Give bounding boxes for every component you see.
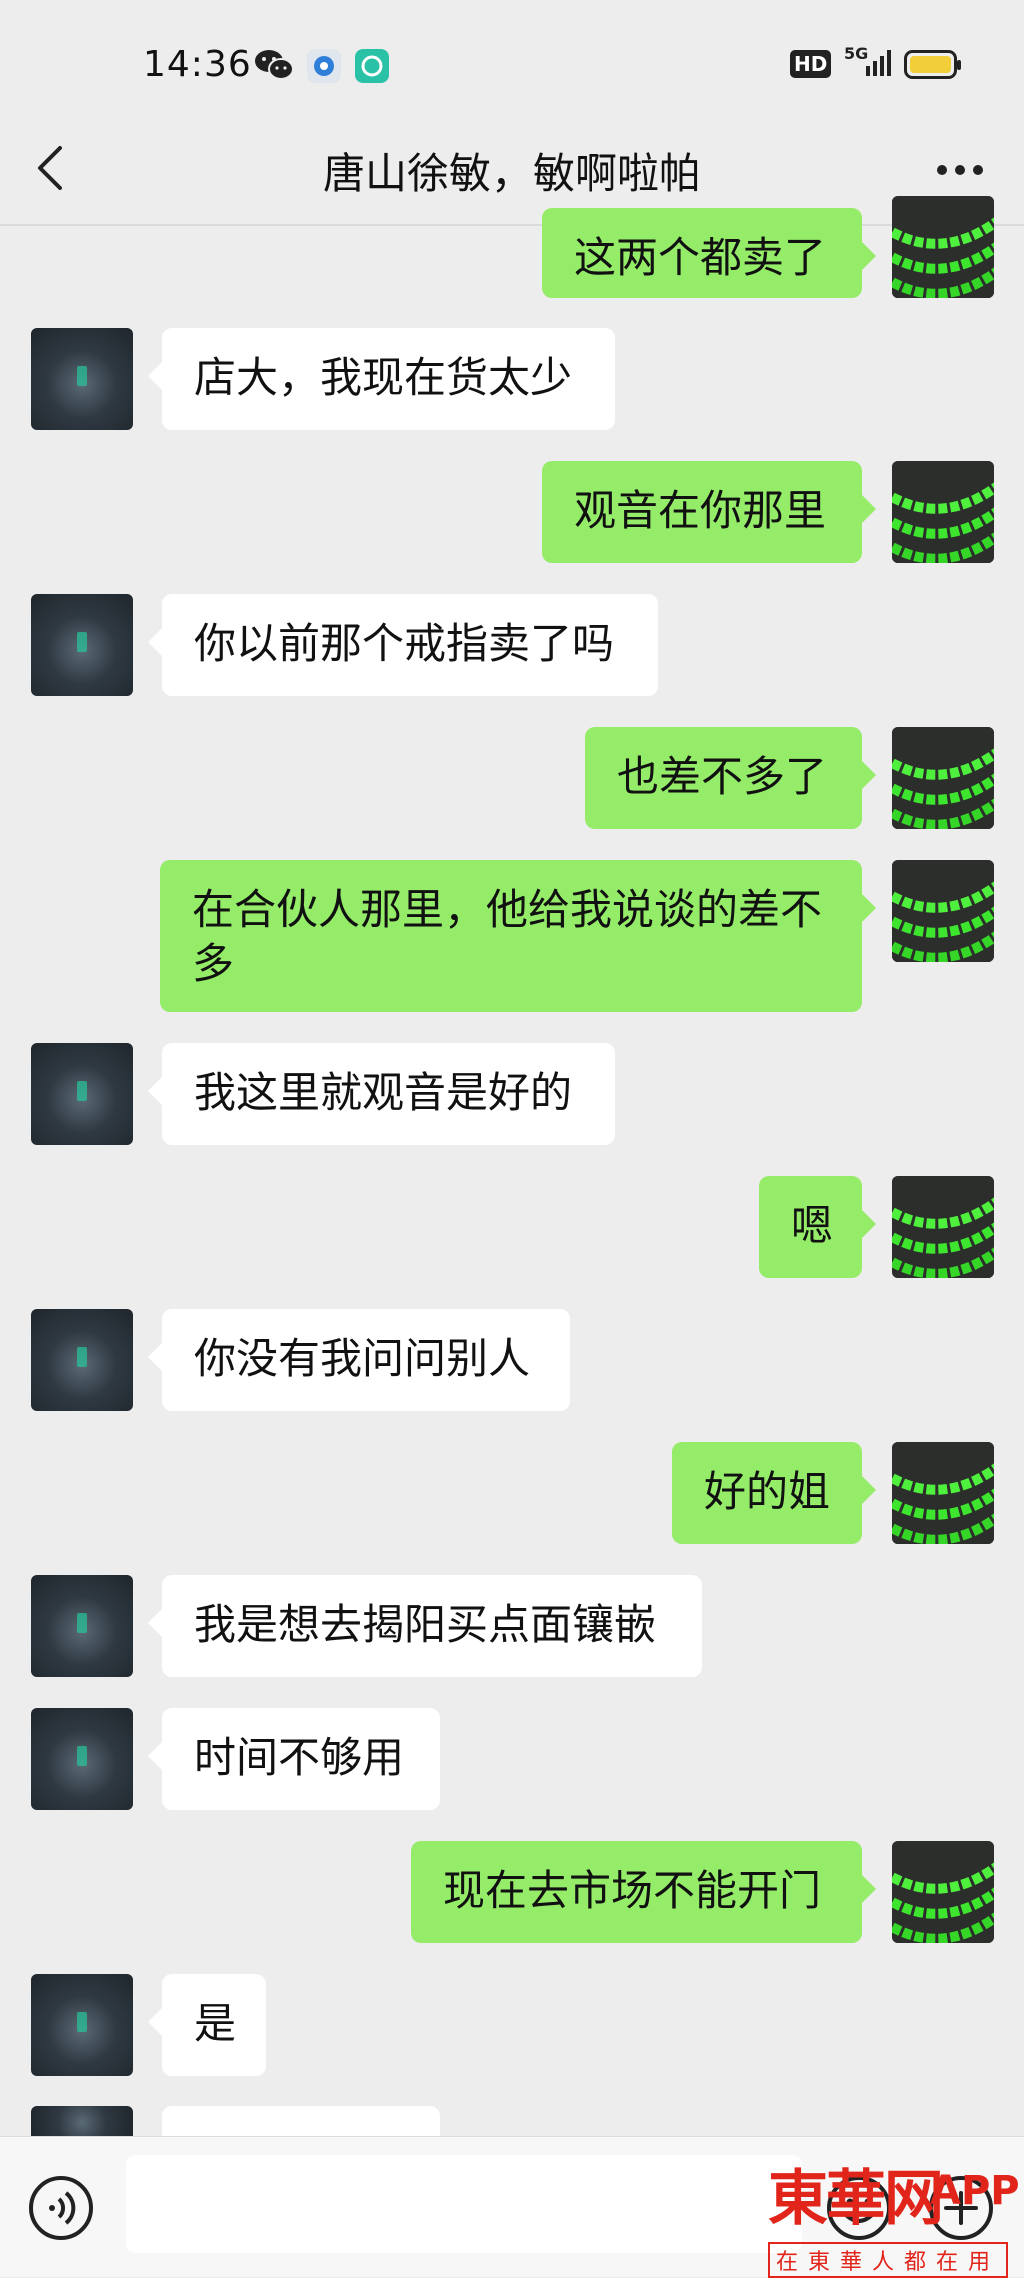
chat-header: 唐山徐敏，敏啊啦帕 xyxy=(0,118,1024,224)
message-bubble-incoming[interactable]: 我这里就观音是好的 xyxy=(148,1043,615,1145)
hd-badge: HD xyxy=(790,50,832,78)
message-bubble-incoming[interactable]: 我是想去揭阳买点面镶嵌 xyxy=(148,1575,702,1677)
contact-avatar[interactable] xyxy=(31,2106,133,2136)
contact-avatar[interactable] xyxy=(31,1043,133,1145)
message-bubble-incoming[interactable]: 时间不够用 xyxy=(148,1708,440,1810)
contact-avatar[interactable] xyxy=(31,594,133,696)
contact-avatar[interactable] xyxy=(31,1309,133,1411)
self-avatar[interactable] xyxy=(892,461,994,563)
message-bubble-outgoing[interactable]: 也差不多了 xyxy=(585,727,876,829)
contact-avatar[interactable] xyxy=(31,1708,133,1810)
message-bubble-outgoing[interactable]: 这两个都卖了 xyxy=(542,208,876,298)
contact-avatar[interactable] xyxy=(31,1974,133,2076)
watermark-logo: 東華网 APP 在東華人都在用 xyxy=(760,2150,1024,2278)
wechat-icon xyxy=(255,50,294,80)
self-avatar[interactable] xyxy=(892,1176,994,1278)
status-bar: 14:36 HD 5G xyxy=(0,0,1024,118)
message-bubble-incoming-partial xyxy=(162,2106,440,2136)
battery-icon xyxy=(904,50,961,79)
status-time: 14:36 xyxy=(143,44,252,85)
message-bubble-outgoing[interactable]: 好的姐 xyxy=(672,1442,876,1544)
message-bubble-incoming[interactable]: 你没有我问问别人 xyxy=(148,1309,570,1411)
message-input[interactable] xyxy=(126,2155,802,2253)
watermark-app: APP xyxy=(930,2168,1020,2214)
self-avatar[interactable] xyxy=(892,196,994,298)
app-notification-icon xyxy=(307,49,341,83)
contact-avatar[interactable] xyxy=(31,328,133,430)
chat-title: 唐山徐敏，敏啊啦帕 xyxy=(322,149,701,198)
voice-input-icon[interactable] xyxy=(28,2175,94,2241)
more-options-icon[interactable] xyxy=(936,164,984,176)
self-avatar[interactable] xyxy=(892,860,994,962)
message-bubble-incoming[interactable]: 是 xyxy=(148,1974,266,2076)
self-avatar[interactable] xyxy=(892,1841,994,1943)
message-bubble-incoming[interactable]: 店大，我现在货太少 xyxy=(148,328,615,430)
self-avatar[interactable] xyxy=(892,1442,994,1544)
message-bubble-outgoing[interactable]: 在合伙人那里，他给我说谈的差不 多 xyxy=(160,860,876,1012)
header-divider xyxy=(0,224,1024,226)
message-bubble-incoming[interactable]: 你以前那个戒指卖了吗 xyxy=(148,594,658,696)
contact-avatar[interactable] xyxy=(31,1575,133,1677)
watermark-brand: 東華网 xyxy=(768,2164,944,2234)
message-bubble-outgoing[interactable]: 观音在你那里 xyxy=(542,461,876,563)
message-app-icon xyxy=(355,49,389,83)
watermark-slogan: 在東華人都在用 xyxy=(768,2242,1009,2278)
message-bubble-outgoing[interactable]: 现在去市场不能开门 xyxy=(411,1841,876,1943)
self-avatar[interactable] xyxy=(892,727,994,829)
message-bubble-outgoing[interactable]: 嗯 xyxy=(759,1176,876,1278)
signal-icon xyxy=(866,50,891,76)
